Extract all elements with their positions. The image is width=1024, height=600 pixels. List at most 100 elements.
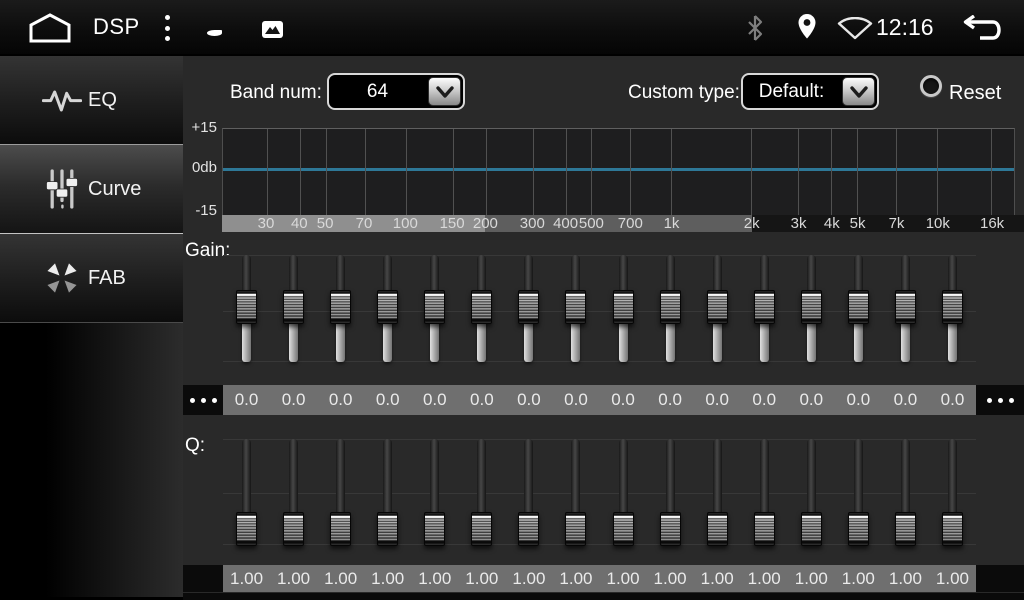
q-slider-10[interactable]	[647, 437, 694, 549]
grid-line	[630, 129, 631, 215]
gain-slider-thumb[interactable]	[283, 290, 304, 324]
q-slider-thumb[interactable]	[754, 512, 775, 546]
gain-slider-10[interactable]	[647, 252, 694, 370]
q-slider-thumb[interactable]	[518, 512, 539, 546]
overflow-menu-icon[interactable]	[161, 15, 173, 41]
reset-label: Reset	[949, 80, 1001, 106]
clover-apps-icon[interactable]	[207, 13, 239, 39]
gain-slider-thumb[interactable]	[895, 290, 916, 324]
grid-line	[937, 129, 938, 215]
freq-tick-label: 70	[356, 215, 373, 232]
gain-slider-15[interactable]	[882, 252, 929, 370]
more-bands-right-button[interactable]	[976, 385, 1024, 415]
gain-slider-thumb[interactable]	[236, 290, 257, 324]
q-slider-13[interactable]	[788, 437, 835, 549]
q-slider-thumb[interactable]	[942, 512, 963, 546]
sidebar-item-eq[interactable]: EQ	[0, 56, 183, 145]
custom-type-label: Custom type:	[628, 80, 740, 106]
q-slider-thumb[interactable]	[377, 512, 398, 546]
grid-line	[591, 129, 592, 215]
reset-radio-button[interactable]	[920, 75, 942, 97]
gain-slider-thumb[interactable]	[330, 290, 351, 324]
gain-slider-9[interactable]	[600, 252, 647, 370]
chevron-down-icon[interactable]	[428, 77, 461, 106]
q-slider-4[interactable]	[364, 437, 411, 549]
q-value-8: 1.00	[552, 569, 599, 589]
q-slider-2[interactable]	[270, 437, 317, 549]
gain-slider-16[interactable]	[929, 252, 976, 370]
q-slider-15[interactable]	[882, 437, 929, 549]
band-num-dropdown[interactable]: 64	[327, 73, 465, 110]
q-slider-thumb[interactable]	[330, 512, 351, 546]
gain-slider-12[interactable]	[741, 252, 788, 370]
gain-slider-1[interactable]	[223, 252, 270, 370]
band-num-label: Band num:	[230, 80, 322, 106]
q-value-15: 1.00	[882, 569, 929, 589]
gain-slider-3[interactable]	[317, 252, 364, 370]
q-slider-thumb[interactable]	[283, 512, 304, 546]
q-slider-thumb[interactable]	[848, 512, 869, 546]
gain-slider-7[interactable]	[505, 252, 552, 370]
gain-slider-thumb[interactable]	[377, 290, 398, 324]
gallery-icon[interactable]	[262, 21, 283, 38]
q-slider-1[interactable]	[223, 437, 270, 549]
sidebar: EQ Curve	[0, 56, 183, 600]
gain-slider-thumb[interactable]	[801, 290, 822, 324]
custom-type-dropdown[interactable]: Default:	[741, 73, 879, 110]
q-slider-thumb[interactable]	[895, 512, 916, 546]
gain-slider-thumb[interactable]	[754, 290, 775, 324]
gain-slider-thumb[interactable]	[471, 290, 492, 324]
q-slider-thumb[interactable]	[424, 512, 445, 546]
gain-slider-thumb[interactable]	[565, 290, 586, 324]
q-slider-thumb[interactable]	[471, 512, 492, 546]
gain-slider-thumb[interactable]	[424, 290, 445, 324]
gain-slider-13[interactable]	[788, 252, 835, 370]
q-slider-thumb[interactable]	[236, 512, 257, 546]
q-slider-14[interactable]	[835, 437, 882, 549]
eq-curve-plot	[222, 128, 1015, 215]
gain-slider-11[interactable]	[694, 252, 741, 370]
q-slider-8[interactable]	[552, 437, 599, 549]
gain-slider-thumb[interactable]	[707, 290, 728, 324]
q-slider-9[interactable]	[600, 437, 647, 549]
q-value-7: 1.00	[505, 569, 552, 589]
gain-slider-5[interactable]	[411, 252, 458, 370]
q-slider-12[interactable]	[741, 437, 788, 549]
freq-tick-label: 300	[520, 215, 545, 232]
gain-slider-8[interactable]	[552, 252, 599, 370]
gain-slider-6[interactable]	[458, 252, 505, 370]
q-slider-5[interactable]	[411, 437, 458, 549]
sidebar-item-curve[interactable]: Curve	[0, 145, 183, 234]
curve-sliders-icon	[42, 165, 82, 213]
q-slider-thumb[interactable]	[660, 512, 681, 546]
q-slider-thumb[interactable]	[707, 512, 728, 546]
gain-slider-2[interactable]	[270, 252, 317, 370]
sidebar-item-label: Curve	[88, 178, 141, 201]
q-slider-thumb[interactable]	[801, 512, 822, 546]
freq-tick-label: 150	[440, 215, 465, 232]
gain-slider-thumb[interactable]	[660, 290, 681, 324]
q-slider-6[interactable]	[458, 437, 505, 549]
gain-slider-thumb[interactable]	[518, 290, 539, 324]
q-slider-7[interactable]	[505, 437, 552, 549]
chevron-down-icon[interactable]	[842, 77, 875, 106]
more-bands-left-button[interactable]	[183, 385, 223, 415]
sidebar-item-fab[interactable]: FAB	[0, 234, 183, 323]
bluetooth-icon	[745, 15, 765, 41]
freq-tick-label: 5k	[850, 215, 866, 232]
sidebar-item-label: EQ	[88, 89, 117, 112]
home-icon[interactable]	[27, 13, 73, 43]
gain-slider-thumb[interactable]	[942, 290, 963, 324]
y-axis-label-zero: 0db	[183, 159, 217, 177]
gain-slider-thumb[interactable]	[613, 290, 634, 324]
q-slider-3[interactable]	[317, 437, 364, 549]
gain-slider-thumb[interactable]	[848, 290, 869, 324]
gain-slider-14[interactable]	[835, 252, 882, 370]
back-icon[interactable]	[960, 15, 1004, 41]
q-slider-16[interactable]	[929, 437, 976, 549]
q-slider-11[interactable]	[694, 437, 741, 549]
gain-slider-4[interactable]	[364, 252, 411, 370]
q-slider-thumb[interactable]	[565, 512, 586, 546]
q-value-12: 1.00	[741, 569, 788, 589]
q-slider-thumb[interactable]	[613, 512, 634, 546]
